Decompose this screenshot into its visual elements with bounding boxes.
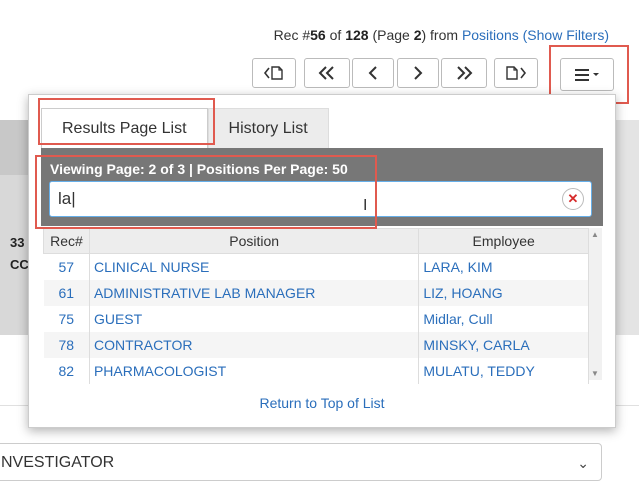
- highlight-box: [38, 98, 215, 145]
- last-page-icon: [505, 65, 527, 81]
- column-header-employee[interactable]: Employee: [418, 228, 589, 254]
- background-text-fragment: 33: [10, 235, 25, 250]
- close-icon: ✕: [567, 191, 579, 206]
- employee-cell[interactable]: LIZ, HOANG: [418, 280, 589, 306]
- tab-history-list[interactable]: History List: [207, 108, 329, 148]
- rec-cell[interactable]: 57: [43, 253, 90, 280]
- results-table: Rec# Position Employee 57 CLINICAL NURSE…: [43, 228, 589, 384]
- clear-filter-button[interactable]: ✕: [562, 188, 584, 210]
- scroll-down-icon[interactable]: ▼: [591, 369, 599, 378]
- column-header-position[interactable]: Position: [88, 228, 420, 254]
- rec-from: from: [430, 27, 459, 43]
- next-record-button[interactable]: [397, 58, 439, 88]
- table-header-row: Rec# Position Employee: [43, 228, 589, 254]
- rec-cell[interactable]: 78: [43, 332, 90, 358]
- employee-cell[interactable]: LARA, KIM: [418, 253, 589, 280]
- position-cell[interactable]: CONTRACTOR: [89, 332, 420, 358]
- page-open: (Page: [372, 27, 410, 43]
- show-filters-link[interactable]: (Show Filters): [523, 27, 609, 43]
- left-icon: [368, 66, 378, 80]
- rec-cell[interactable]: 75: [43, 306, 90, 332]
- background-text-fragment: CC: [10, 257, 29, 272]
- first-page-icon: [263, 65, 285, 81]
- position-cell[interactable]: ADMINISTRATIVE LAB MANAGER: [89, 280, 420, 306]
- chevron-down-icon: ⌄: [577, 455, 589, 471]
- page-close: ): [421, 27, 427, 43]
- rec-total: 128: [345, 27, 369, 43]
- table-scrollbar[interactable]: ▲ ▼: [589, 228, 602, 380]
- next-page-button[interactable]: [441, 58, 487, 88]
- right-icon: [413, 66, 423, 80]
- employee-cell[interactable]: MINSKY, CARLA: [418, 332, 589, 358]
- highlight-box: [35, 155, 377, 229]
- investigator-select[interactable]: NVESTIGATOR ⌄: [0, 443, 602, 481]
- rec-cell[interactable]: 61: [43, 280, 90, 306]
- table-row[interactable]: 78 CONTRACTOR MINSKY, CARLA: [43, 332, 589, 358]
- position-cell[interactable]: GUEST: [89, 306, 420, 332]
- first-page-button[interactable]: [252, 58, 296, 88]
- return-to-top-link[interactable]: Return to Top of List: [29, 395, 615, 411]
- investigator-select-value: NVESTIGATOR: [1, 454, 115, 471]
- table-row[interactable]: 57 CLINICAL NURSE LARA, KIM: [43, 253, 589, 280]
- rec-of: of: [329, 27, 342, 43]
- position-cell[interactable]: CLINICAL NURSE: [89, 253, 420, 280]
- previous-page-button[interactable]: [304, 58, 350, 88]
- rec-cell[interactable]: 82: [43, 358, 90, 384]
- background-panel-right: [612, 120, 639, 335]
- table-row[interactable]: 61 ADMINISTRATIVE LAB MANAGER LIZ, HOANG: [43, 280, 589, 306]
- positions-link[interactable]: Positions: [462, 27, 519, 43]
- position-cell[interactable]: PHARMACOLOGIST: [89, 358, 420, 384]
- table-row[interactable]: 75 GUEST Midlar, Cull: [43, 306, 589, 332]
- background-panel-header: [0, 120, 30, 175]
- last-page-button[interactable]: [494, 58, 538, 88]
- rec-number: 56: [310, 27, 326, 43]
- scroll-up-icon[interactable]: ▲: [591, 230, 599, 239]
- employee-cell[interactable]: MULATU, TEDDY: [418, 358, 589, 384]
- double-right-icon: [455, 66, 473, 80]
- table-row[interactable]: 82 PHARMACOLOGIST MULATU, TEDDY: [43, 358, 589, 384]
- column-header-rec[interactable]: Rec#: [43, 228, 90, 254]
- double-left-icon: [318, 66, 336, 80]
- rec-prefix: Rec #: [273, 27, 311, 43]
- previous-record-button[interactable]: [352, 58, 394, 88]
- record-status: Rec #56 of 128 (Page 2) from Positions (…: [274, 27, 609, 43]
- employee-cell[interactable]: Midlar, Cull: [418, 306, 589, 332]
